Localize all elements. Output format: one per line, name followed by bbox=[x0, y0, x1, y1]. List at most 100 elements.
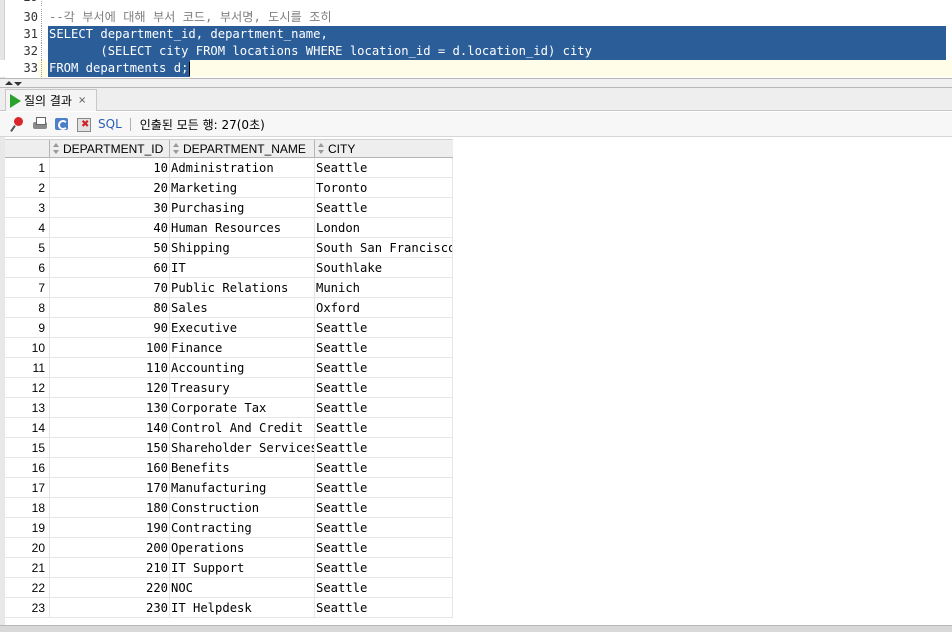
result-grid[interactable]: DEPARTMENT_ID DEPARTMENT_NAME CITY 1 10 Ad… bbox=[0, 137, 952, 625]
cell-city[interactable]: Seattle bbox=[315, 318, 453, 338]
cell-city[interactable]: Seattle bbox=[315, 458, 453, 478]
pane-splitter[interactable] bbox=[0, 78, 952, 88]
cell-department-name[interactable]: Finance bbox=[170, 338, 315, 358]
pin-icon[interactable] bbox=[10, 116, 26, 132]
tab-query-result[interactable]: 질의 결과 × bbox=[5, 89, 97, 111]
cell-department-id[interactable]: 100 bbox=[50, 338, 170, 358]
cell-department-name[interactable]: Executive bbox=[170, 318, 315, 338]
table-row[interactable]: 7 70 Public Relations Munich bbox=[5, 278, 453, 298]
cell-department-name[interactable]: Sales bbox=[170, 298, 315, 318]
sort-icon[interactable] bbox=[173, 143, 180, 155]
cell-city[interactable]: Southlake bbox=[315, 258, 453, 278]
cell-department-name[interactable]: IT Helpdesk bbox=[170, 598, 315, 618]
cell-department-name[interactable]: Control And Credit bbox=[170, 418, 315, 438]
table-row[interactable]: 1 10 Administration Seattle bbox=[5, 158, 453, 178]
cell-department-name[interactable]: NOC bbox=[170, 578, 315, 598]
cell-city[interactable]: London bbox=[315, 218, 453, 238]
sql-editor[interactable]: 29 30 --각 부서에 대해 부서 코드, 부서명, 도시를 조히 31 S… bbox=[0, 0, 952, 80]
cell-department-name[interactable]: Manufacturing bbox=[170, 478, 315, 498]
table-row[interactable]: 22 220 NOC Seattle bbox=[5, 578, 453, 598]
cell-department-id[interactable]: 140 bbox=[50, 418, 170, 438]
cancel-icon[interactable] bbox=[76, 116, 92, 132]
cell-department-id[interactable]: 130 bbox=[50, 398, 170, 418]
cell-department-id[interactable]: 110 bbox=[50, 358, 170, 378]
cell-department-name[interactable]: Accounting bbox=[170, 358, 315, 378]
cell-city[interactable]: Seattle bbox=[315, 538, 453, 558]
sort-icon[interactable] bbox=[53, 143, 60, 155]
cell-department-name[interactable]: Marketing bbox=[170, 178, 315, 198]
cell-department-id[interactable]: 210 bbox=[50, 558, 170, 578]
cell-department-id[interactable]: 30 bbox=[50, 198, 170, 218]
header-department-name[interactable]: DEPARTMENT_NAME bbox=[170, 140, 315, 158]
cell-city[interactable]: Seattle bbox=[315, 358, 453, 378]
refresh-icon[interactable] bbox=[54, 116, 70, 132]
print-icon[interactable] bbox=[32, 116, 48, 132]
cell-city[interactable]: Munich bbox=[315, 278, 453, 298]
cell-city[interactable]: Oxford bbox=[315, 298, 453, 318]
cell-department-name[interactable]: IT bbox=[170, 258, 315, 278]
collapse-down-icon[interactable] bbox=[14, 82, 22, 86]
table-row[interactable]: 13 130 Corporate Tax Seattle bbox=[5, 398, 453, 418]
cell-department-id[interactable]: 160 bbox=[50, 458, 170, 478]
cell-city[interactable]: Seattle bbox=[315, 558, 453, 578]
table-row[interactable]: 18 180 Construction Seattle bbox=[5, 498, 453, 518]
table-row[interactable]: 2 20 Marketing Toronto bbox=[5, 178, 453, 198]
table-row[interactable]: 5 50 Shipping South San Francisco bbox=[5, 238, 453, 258]
code-selected[interactable]: (SELECT city FROM locations WHERE locati… bbox=[48, 43, 946, 60]
table-row[interactable]: 15 150 Shareholder Services Seattle bbox=[5, 438, 453, 458]
sort-icon[interactable] bbox=[318, 143, 325, 155]
cell-city[interactable]: Seattle bbox=[315, 598, 453, 618]
cell-department-id[interactable]: 50 bbox=[50, 238, 170, 258]
code-selected[interactable]: FROM departments d; bbox=[48, 60, 191, 77]
cell-department-name[interactable]: Operations bbox=[170, 538, 315, 558]
cell-department-id[interactable]: 60 bbox=[50, 258, 170, 278]
cell-department-id[interactable]: 80 bbox=[50, 298, 170, 318]
table-row[interactable]: 3 30 Purchasing Seattle bbox=[5, 198, 453, 218]
cell-department-id[interactable]: 20 bbox=[50, 178, 170, 198]
header-department-id[interactable]: DEPARTMENT_ID bbox=[50, 140, 170, 158]
cell-city[interactable]: Seattle bbox=[315, 518, 453, 538]
code-selected[interactable]: SELECT department_id, department_name, bbox=[48, 26, 946, 43]
table-row[interactable]: 21 210 IT Support Seattle bbox=[5, 558, 453, 578]
cell-city[interactable]: Seattle bbox=[315, 478, 453, 498]
cell-city[interactable]: Seattle bbox=[315, 378, 453, 398]
cell-department-name[interactable]: Construction bbox=[170, 498, 315, 518]
cell-department-id[interactable]: 10 bbox=[50, 158, 170, 178]
cell-department-id[interactable]: 90 bbox=[50, 318, 170, 338]
cell-department-name[interactable]: Shipping bbox=[170, 238, 315, 258]
cell-department-id[interactable]: 180 bbox=[50, 498, 170, 518]
table-row[interactable]: 14 140 Control And Credit Seattle bbox=[5, 418, 453, 438]
cell-department-name[interactable]: IT Support bbox=[170, 558, 315, 578]
header-rownum[interactable] bbox=[5, 140, 50, 158]
table-row[interactable]: 12 120 Treasury Seattle bbox=[5, 378, 453, 398]
cell-department-id[interactable]: 220 bbox=[50, 578, 170, 598]
cell-department-name[interactable]: Contracting bbox=[170, 518, 315, 538]
cell-department-name[interactable]: Administration bbox=[170, 158, 315, 178]
cell-department-id[interactable]: 120 bbox=[50, 378, 170, 398]
table-row[interactable]: 17 170 Manufacturing Seattle bbox=[5, 478, 453, 498]
close-icon[interactable]: × bbox=[78, 95, 86, 106]
cell-department-name[interactable]: Corporate Tax bbox=[170, 398, 315, 418]
cell-city[interactable]: Seattle bbox=[315, 498, 453, 518]
table-row[interactable]: 4 40 Human Resources London bbox=[5, 218, 453, 238]
cell-department-name[interactable]: Benefits bbox=[170, 458, 315, 478]
table-row[interactable]: 23 230 IT Helpdesk Seattle bbox=[5, 598, 453, 618]
cell-department-name[interactable]: Treasury bbox=[170, 378, 315, 398]
table-row[interactable]: 10 100 Finance Seattle bbox=[5, 338, 453, 358]
code-comment[interactable]: --각 부서에 대해 부서 코드, 부서명, 도시를 조히 bbox=[48, 9, 332, 26]
cell-department-id[interactable]: 70 bbox=[50, 278, 170, 298]
cell-department-name[interactable]: Purchasing bbox=[170, 198, 315, 218]
table-row[interactable]: 8 80 Sales Oxford bbox=[5, 298, 453, 318]
header-city[interactable]: CITY bbox=[315, 140, 453, 158]
cell-department-id[interactable]: 230 bbox=[50, 598, 170, 618]
cell-city[interactable]: Seattle bbox=[315, 398, 453, 418]
cell-department-id[interactable]: 200 bbox=[50, 538, 170, 558]
table-row[interactable]: 20 200 Operations Seattle bbox=[5, 538, 453, 558]
cell-city[interactable]: Seattle bbox=[315, 198, 453, 218]
table-row[interactable]: 19 190 Contracting Seattle bbox=[5, 518, 453, 538]
cell-city[interactable]: Toronto bbox=[315, 178, 453, 198]
table-row[interactable]: 11 110 Accounting Seattle bbox=[5, 358, 453, 378]
cell-department-id[interactable]: 170 bbox=[50, 478, 170, 498]
cell-city[interactable]: Seattle bbox=[315, 418, 453, 438]
cell-department-name[interactable]: Shareholder Services bbox=[170, 438, 315, 458]
